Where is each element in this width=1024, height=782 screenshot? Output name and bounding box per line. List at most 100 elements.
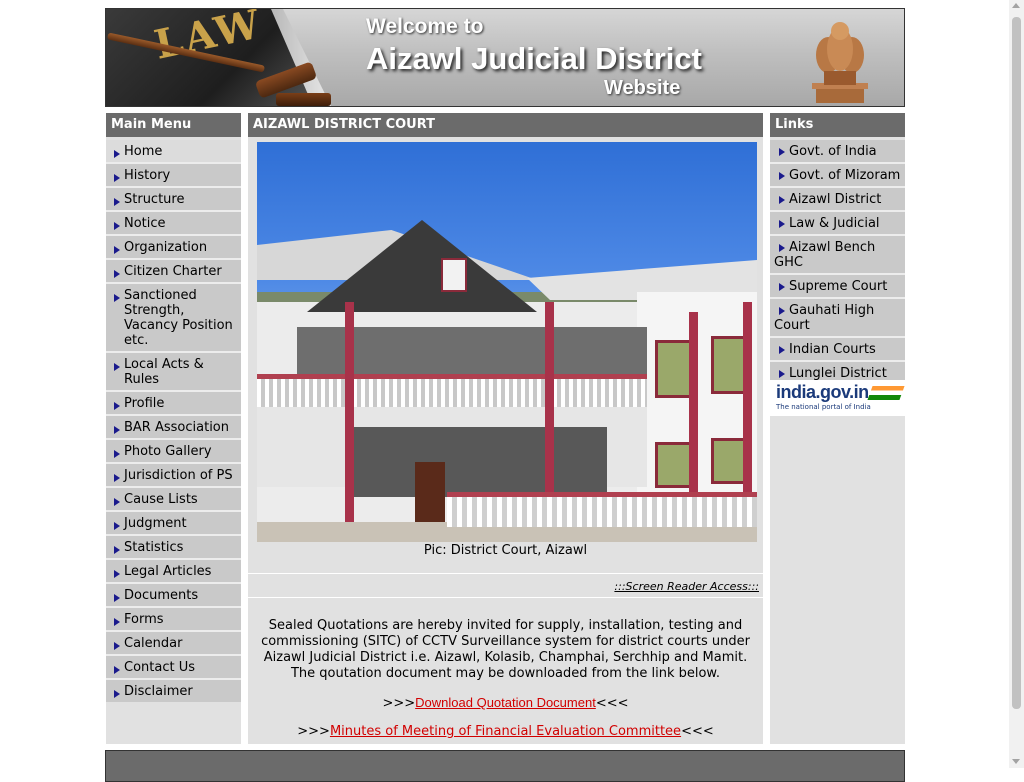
divider (248, 597, 763, 598)
national-emblem-icon (812, 22, 868, 103)
menu-item-history[interactable]: History (106, 162, 241, 186)
menu-item-label: Photo Gallery (124, 444, 212, 459)
menu-item-label: Local Acts & Rules (124, 357, 204, 387)
menu-item-local-acts[interactable]: Local Acts & Rules (106, 351, 241, 390)
menu-item-citizen-charter[interactable]: Citizen Charter (106, 258, 241, 282)
menu-item-cause-lists[interactable]: Cause Lists (106, 486, 241, 510)
menu-item-label: Statistics (124, 540, 184, 555)
arrow-right-icon (114, 222, 120, 230)
arrow-right-icon (779, 171, 785, 180)
link-aizawl-district[interactable]: Aizawl District (770, 186, 905, 210)
arrow-right-icon (114, 363, 120, 371)
menu-item-label: Jurisdiction of PS (124, 468, 233, 483)
link-aizawl-bench-ghc[interactable]: Aizawl Bench GHC (770, 234, 905, 273)
photo-window (655, 442, 693, 488)
arrow-right-icon (779, 282, 785, 291)
menu-item-label: BAR Association (124, 420, 229, 435)
arrow-right-icon (114, 270, 120, 278)
link-label: Govt. of India (789, 144, 877, 159)
link-law-judicial[interactable]: Law & Judicial (770, 210, 905, 234)
menu-item-organization[interactable]: Organization (106, 234, 241, 258)
link-prefix: >>> (382, 696, 416, 711)
quotation-notice: Sealed Quotations are hereby invited for… (261, 618, 750, 681)
link-govt-mizoram[interactable]: Govt. of Mizoram (770, 162, 905, 186)
download-quotation-link[interactable]: Download Quotation Document (415, 695, 596, 710)
arrow-right-icon (114, 594, 120, 602)
india-flag-icon (867, 386, 905, 400)
arrow-right-icon (114, 174, 120, 182)
arrow-right-icon (114, 546, 120, 554)
menu-item-statistics[interactable]: Statistics (106, 534, 241, 558)
link-label: Govt. of Mizoram (789, 168, 901, 183)
arrow-right-icon (114, 198, 120, 206)
scrollbar-thumb[interactable] (1012, 17, 1021, 709)
link-label: Aizawl District (789, 192, 882, 207)
menu-item-label: Home (124, 144, 163, 159)
link-label: Aizawl Bench GHC (774, 240, 876, 270)
arrow-right-icon (114, 498, 120, 506)
main-content: AIZAWL DISTRICT COURT Pic: District Cour… (248, 113, 763, 744)
scroll-down-icon[interactable] (1012, 759, 1020, 764)
minutes-meeting-link[interactable]: Minutes of Meeting of Financial Evaluati… (330, 724, 681, 739)
vertical-scrollbar[interactable] (1009, 0, 1024, 768)
menu-item-disclaimer[interactable]: Disclaimer (106, 678, 241, 702)
menu-item-judgment[interactable]: Judgment (106, 510, 241, 534)
menu-item-documents[interactable]: Documents (106, 582, 241, 606)
arrow-right-icon (114, 570, 120, 578)
banner-title: Aizawl Judicial District (366, 41, 702, 76)
link-label: Supreme Court (789, 279, 888, 294)
banner-welcome: Welcome to (366, 15, 484, 38)
menu-item-label: Disclaimer (124, 684, 193, 699)
link-prefix: >>> (297, 724, 330, 739)
menu-item-label: Organization (124, 240, 208, 255)
menu-item-forms[interactable]: Forms (106, 606, 241, 630)
menu-item-label: Forms (124, 612, 164, 627)
menu-item-legal-articles[interactable]: Legal Articles (106, 558, 241, 582)
site-banner: LAW Welcome to Aizawl Judicial District … (105, 8, 905, 107)
arrow-right-icon (779, 147, 785, 156)
menu-item-label: Sanctioned Strength, Vacancy Position et… (124, 288, 233, 348)
portal-tagline: The national portal of India (776, 403, 871, 411)
link-gauhati-high-court[interactable]: Gauhati High Court (770, 297, 905, 336)
links-title: Links (770, 113, 905, 137)
menu-item-home[interactable]: Home (106, 137, 241, 162)
link-label: Gauhati High Court (774, 303, 875, 333)
arrow-right-icon (114, 294, 120, 302)
link-supreme-court[interactable]: Supreme Court (770, 273, 905, 297)
menu-item-sanctioned-strength[interactable]: Sanctioned Strength, Vacancy Position et… (106, 282, 241, 351)
india-gov-portal-banner[interactable]: india.gov.in The national portal of Indi… (770, 380, 905, 416)
arrow-right-icon (114, 150, 120, 158)
menu-item-notice[interactable]: Notice (106, 210, 241, 234)
link-label: Law & Judicial (789, 216, 880, 231)
screen-reader-access-link[interactable]: :::Screen Reader Access::: (614, 580, 759, 593)
arrow-right-icon (779, 345, 785, 354)
arrow-right-icon (114, 246, 120, 254)
menu-item-profile[interactable]: Profile (106, 390, 241, 414)
arrow-right-icon (114, 474, 120, 482)
link-govt-india[interactable]: Govt. of India (770, 137, 905, 162)
menu-item-bar-association[interactable]: BAR Association (106, 414, 241, 438)
menu-item-label: Citizen Charter (124, 264, 222, 279)
arrow-right-icon (114, 642, 120, 650)
link-indian-courts[interactable]: Indian Courts (770, 336, 905, 360)
arrow-right-icon (114, 402, 120, 410)
download-quotation-row: >>>Download Quotation Document<<< (248, 695, 763, 711)
arrow-right-icon (114, 666, 120, 674)
menu-item-contact-us[interactable]: Contact Us (106, 654, 241, 678)
menu-item-label: Cause Lists (124, 492, 198, 507)
link-label: Indian Courts (789, 342, 876, 357)
menu-item-photo-gallery[interactable]: Photo Gallery (106, 438, 241, 462)
gavel-block (276, 93, 331, 106)
menu-item-structure[interactable]: Structure (106, 186, 241, 210)
photo-railing (447, 492, 757, 527)
divider (248, 573, 763, 574)
footer-bar (105, 750, 905, 782)
menu-item-calendar[interactable]: Calendar (106, 630, 241, 654)
links-panel: Links Govt. of India Govt. of Mizoram Ai… (770, 113, 905, 744)
menu-item-jurisdiction[interactable]: Jurisdiction of PS (106, 462, 241, 486)
portal-name: india.gov.in (776, 382, 869, 402)
photo-caption: Pic: District Court, Aizawl (423, 543, 588, 558)
arrow-right-icon (114, 690, 120, 698)
arrow-right-icon (779, 243, 785, 252)
scroll-up-icon[interactable] (1012, 3, 1020, 8)
